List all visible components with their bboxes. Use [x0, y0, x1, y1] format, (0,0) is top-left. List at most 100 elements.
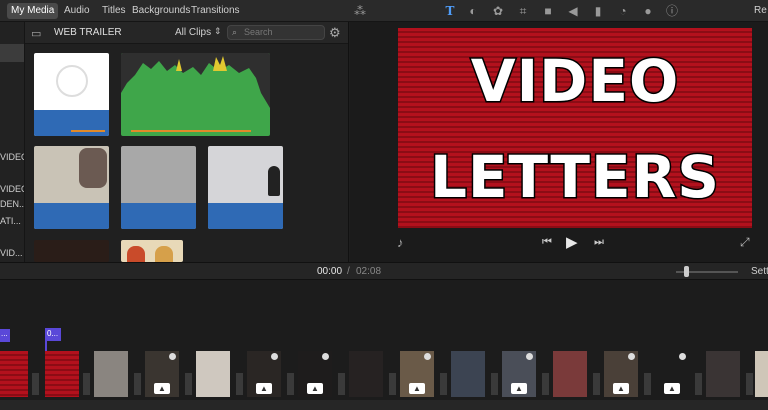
sidebar-item[interactable]: VIDEO	[0, 184, 24, 194]
transition-marker[interactable]	[644, 373, 651, 395]
turtle-icon: ▲	[511, 383, 527, 394]
transition-marker[interactable]	[32, 373, 39, 395]
timeline-clip[interactable]	[553, 351, 587, 397]
sidebar-item[interactable]: ATI...	[0, 216, 21, 226]
clip-badge-dot	[679, 353, 686, 360]
turtle-icon: ▲	[664, 383, 680, 394]
marker-flag[interactable]: 0...	[45, 328, 61, 341]
search-input[interactable]: ⌕ Search	[227, 25, 325, 40]
transition-marker[interactable]	[491, 373, 498, 395]
tab-backgrounds[interactable]: Backgrounds	[128, 3, 194, 19]
clip-badge-dot	[169, 353, 176, 360]
timeline-clip[interactable]	[0, 351, 28, 397]
time-separator: /	[347, 266, 350, 277]
color-balance-icon[interactable]: ◐	[465, 3, 481, 19]
timeline-clip[interactable]: ▲	[400, 351, 434, 397]
marker-flag[interactable]: ...	[0, 329, 10, 342]
zoom-slider-handle[interactable]	[684, 266, 689, 277]
sidebar-selected-item[interactable]	[0, 44, 24, 62]
transition-marker[interactable]	[746, 373, 753, 395]
media-clip-thumbnail[interactable]	[121, 240, 183, 262]
magic-wand-icon[interactable]: ⁂	[352, 3, 368, 19]
timeline-clip[interactable]	[451, 351, 485, 397]
timeline-clip[interactable]: ▲	[247, 351, 281, 397]
timeline-clip[interactable]: ▲	[604, 351, 638, 397]
sidebar-item[interactable]: VID...	[0, 248, 23, 258]
transition-marker[interactable]	[695, 373, 702, 395]
clip-graphic	[155, 246, 173, 262]
transition-marker[interactable]	[287, 373, 294, 395]
tab-my-media[interactable]: My Media	[7, 3, 59, 19]
transition-marker[interactable]	[236, 373, 243, 395]
reset-label[interactable]: Re	[754, 3, 767, 19]
clip-graphic	[127, 246, 145, 262]
sidebar-item[interactable]: DEN...	[0, 199, 24, 209]
current-time: 00:00	[317, 266, 343, 277]
audio-waveform	[121, 53, 270, 132]
transition-marker[interactable]	[440, 373, 447, 395]
speed-icon[interactable]: ◔	[615, 3, 631, 19]
transition-marker[interactable]	[542, 373, 549, 395]
play-icon[interactable]: ▶	[566, 233, 578, 251]
title-text-icon[interactable]: T	[442, 3, 458, 19]
timeline-clip[interactable]	[349, 351, 383, 397]
clip-badge-dot	[322, 353, 329, 360]
timeline-clip[interactable]	[94, 351, 128, 397]
crop-icon[interactable]: ⌗	[515, 3, 531, 19]
timeline-clip[interactable]	[196, 351, 230, 397]
skip-forward-icon[interactable]: ⏭	[594, 236, 604, 249]
turtle-icon: ▲	[256, 383, 272, 394]
timeline-clip[interactable]	[755, 351, 768, 397]
sidebar-item[interactable]: VIDEO	[0, 152, 24, 162]
search-placeholder: Search	[244, 27, 273, 37]
clip-filter-select[interactable]: All Clips	[175, 27, 211, 38]
total-time: 02:08	[356, 266, 382, 277]
clip-badge-dot	[628, 353, 635, 360]
media-clip-thumbnail[interactable]	[121, 146, 196, 229]
info-icon[interactable]: ⓘ	[664, 3, 680, 19]
gear-icon[interactable]: ⚙	[329, 25, 341, 41]
media-clip-thumbnail[interactable]	[34, 146, 109, 229]
microphone-icon[interactable]: ♪	[397, 235, 404, 250]
clip-badge-dot	[526, 353, 533, 360]
transition-marker[interactable]	[185, 373, 192, 395]
tab-audio[interactable]: Audio	[60, 3, 94, 19]
fullscreen-icon[interactable]: ⤢	[740, 235, 750, 250]
tab-titles[interactable]: Titles	[98, 3, 130, 19]
clip-graphic	[56, 65, 88, 97]
transition-marker[interactable]	[83, 373, 90, 395]
timeline-clip[interactable]: ▲	[502, 351, 536, 397]
transition-marker[interactable]	[593, 373, 600, 395]
color-correction-icon[interactable]: ✿	[490, 3, 506, 19]
transition-marker[interactable]	[389, 373, 396, 395]
timeline-clip[interactable]	[706, 351, 740, 397]
media-clip-thumbnail[interactable]	[34, 240, 109, 262]
skip-back-icon[interactable]: ⏮	[542, 236, 552, 249]
timeline-clip[interactable]: ▲	[298, 351, 332, 397]
media-clip-audio[interactable]	[121, 53, 270, 136]
chevron-updown-icon[interactable]: ⇕	[214, 26, 222, 37]
browser-title: WEB TRAILER	[54, 27, 122, 38]
clip-badge-dot	[424, 353, 431, 360]
volume-icon[interactable]: ◀	[565, 3, 581, 19]
equalizer-icon[interactable]: ▮	[590, 3, 606, 19]
timeline-clip[interactable]: ▲	[145, 351, 179, 397]
noise-reduction-icon[interactable]: ●	[640, 3, 656, 19]
camera-stabilization-icon[interactable]: ■	[540, 3, 556, 19]
clip-graphic	[79, 148, 107, 188]
tab-transitions[interactable]: Transitions	[187, 3, 244, 19]
timeline-clip[interactable]: ▲	[655, 351, 689, 397]
sidebar-toggle-icon[interactable]: ▭	[31, 27, 41, 40]
settings-button[interactable]: Sett	[751, 266, 768, 277]
turtle-icon: ▲	[613, 383, 629, 394]
media-clip-thumbnail[interactable]	[34, 53, 109, 136]
audio-waveform	[208, 203, 283, 229]
audio-waveform	[34, 110, 109, 136]
transition-marker[interactable]	[134, 373, 141, 395]
media-clip-thumbnail[interactable]	[208, 146, 283, 229]
top-toolbar: My Media Audio Titles Backgrounds Transi…	[0, 0, 768, 22]
video-title-line2: LETTERS	[428, 143, 721, 212]
turtle-icon: ▲	[154, 383, 170, 394]
transition-marker[interactable]	[338, 373, 345, 395]
timeline-clip[interactable]	[45, 351, 79, 397]
